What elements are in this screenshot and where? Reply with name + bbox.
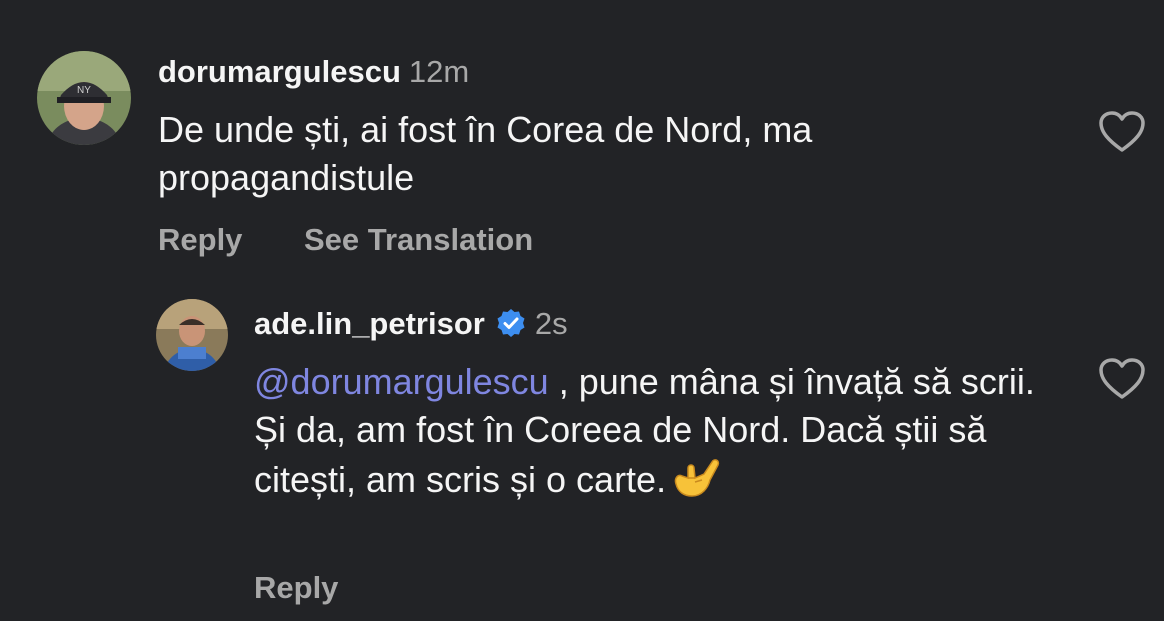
avatar[interactable] [156,299,228,371]
reply-text: @dorumargulescu , pune mâna și învață să… [254,358,1054,514]
svg-text:NY: NY [77,85,91,96]
comment-text: De unde ști, ai fost în Corea de Nord, m… [158,109,813,198]
reply-button[interactable]: Reply [254,570,338,606]
reply-username[interactable]: ade.lin_petrisor [254,306,485,341]
reply-button[interactable]: Reply [158,222,242,258]
comment-timestamp: 12m [408,54,470,89]
reply-username-row: ade.lin_petrisor 2s [254,306,568,342]
like-heart-icon[interactable] [1098,110,1146,154]
mention-link[interactable]: @dorumargulescu [254,361,549,402]
avatar[interactable]: NY [37,51,131,145]
user-avatar-icon [156,299,228,371]
call-me-hand-emoji-icon [668,454,720,514]
like-heart-icon[interactable] [1098,357,1146,401]
reply-timestamp: 2s [534,306,568,341]
verified-badge-icon [497,308,525,337]
comment-username-row: dorumargulescu 12m [158,54,469,90]
see-translation-button[interactable]: See Translation [304,222,533,258]
user-avatar-icon: NY [37,51,131,145]
comment-username[interactable]: dorumargulescu [158,54,401,89]
